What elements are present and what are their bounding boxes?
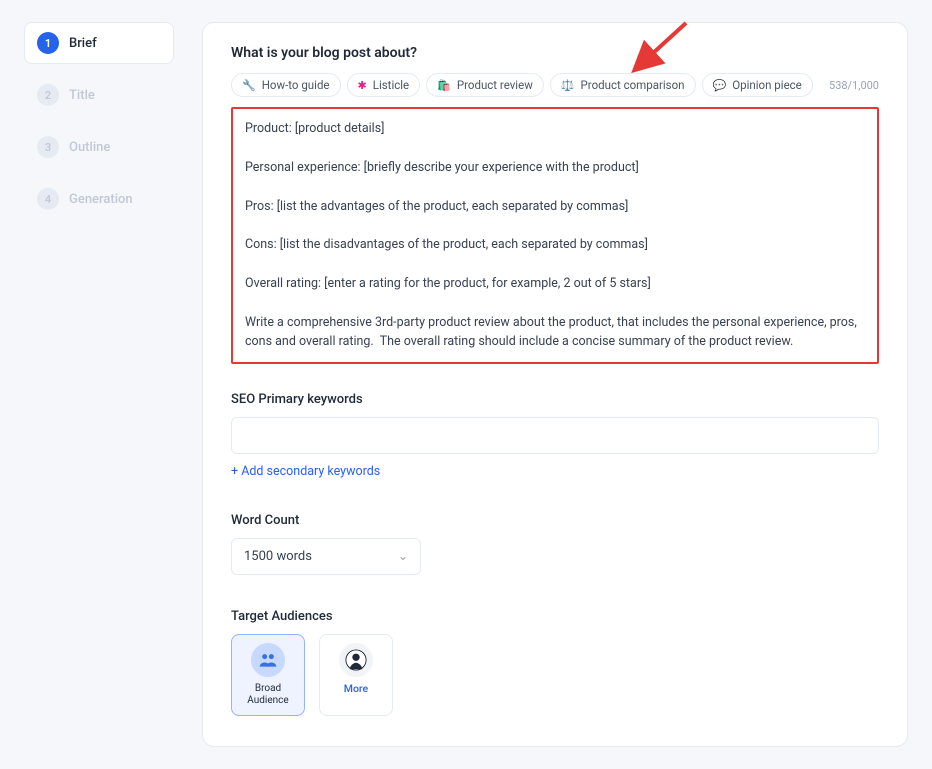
brief-panel: What is your blog post about? 🔧 How-to g… [202,22,908,747]
audience-label: More [344,683,368,696]
seo-keywords-input[interactable] [231,417,879,454]
step-label: Outline [69,140,110,155]
asterisk-icon: ✱ [358,79,367,92]
avatar-icon [339,643,373,677]
scale-icon: ⚖️ [561,79,575,92]
audience-more[interactable]: More [319,634,393,716]
seo-keywords-label: SEO Primary keywords [231,392,879,407]
chip-product-comparison[interactable]: ⚖️ Product comparison [550,73,696,97]
chip-listicle[interactable]: ✱ Listicle [347,73,421,97]
wrench-icon: 🔧 [242,79,256,92]
word-count-value: 1500 words [244,549,312,564]
step-label: Generation [69,192,133,207]
chip-label: Opinion piece [732,78,802,92]
target-audiences-label: Target Audiences [231,609,879,624]
step-label: Title [69,88,95,103]
char-counter: 538/1,000 [829,79,879,92]
add-secondary-keywords-button[interactable]: + Add secondary keywords [231,464,380,479]
step-number: 4 [37,188,59,210]
brief-textarea[interactable]: Product: [product details] Personal expe… [231,107,879,364]
audience-broad[interactable]: Broad Audience [231,634,305,716]
chevron-down-icon: ⌄ [398,549,408,563]
word-count-select[interactable]: 1500 words ⌄ [231,538,421,575]
people-icon [251,643,285,677]
step-outline[interactable]: 3 Outline [24,126,174,168]
word-count-label: Word Count [231,513,879,528]
audience-label: Broad Audience [238,683,298,707]
chip-label: Product comparison [581,78,685,92]
step-number: 1 [37,32,59,54]
bag-icon: 🛍️ [437,79,451,92]
brief-question-title: What is your blog post about? [231,45,879,61]
step-sidebar: 1 Brief 2 Title 3 Outline 4 Generation [24,22,174,747]
chip-product-review[interactable]: 🛍️ Product review [426,73,544,97]
audience-row: Broad Audience More [231,634,879,716]
chip-label: How-to guide [262,78,330,92]
chip-label: Listicle [373,78,409,92]
chip-opinion-piece[interactable]: 💬 Opinion piece [702,73,813,97]
chip-how-to-guide[interactable]: 🔧 How-to guide [231,73,341,97]
step-title[interactable]: 2 Title [24,74,174,116]
step-number: 2 [37,84,59,106]
template-chip-row: 🔧 How-to guide ✱ Listicle 🛍️ Product rev… [231,73,879,97]
chip-label: Product review [457,78,533,92]
step-label: Brief [69,36,97,51]
step-generation[interactable]: 4 Generation [24,178,174,220]
speech-icon: 💬 [713,79,727,92]
step-brief[interactable]: 1 Brief [24,22,174,64]
step-number: 3 [37,136,59,158]
